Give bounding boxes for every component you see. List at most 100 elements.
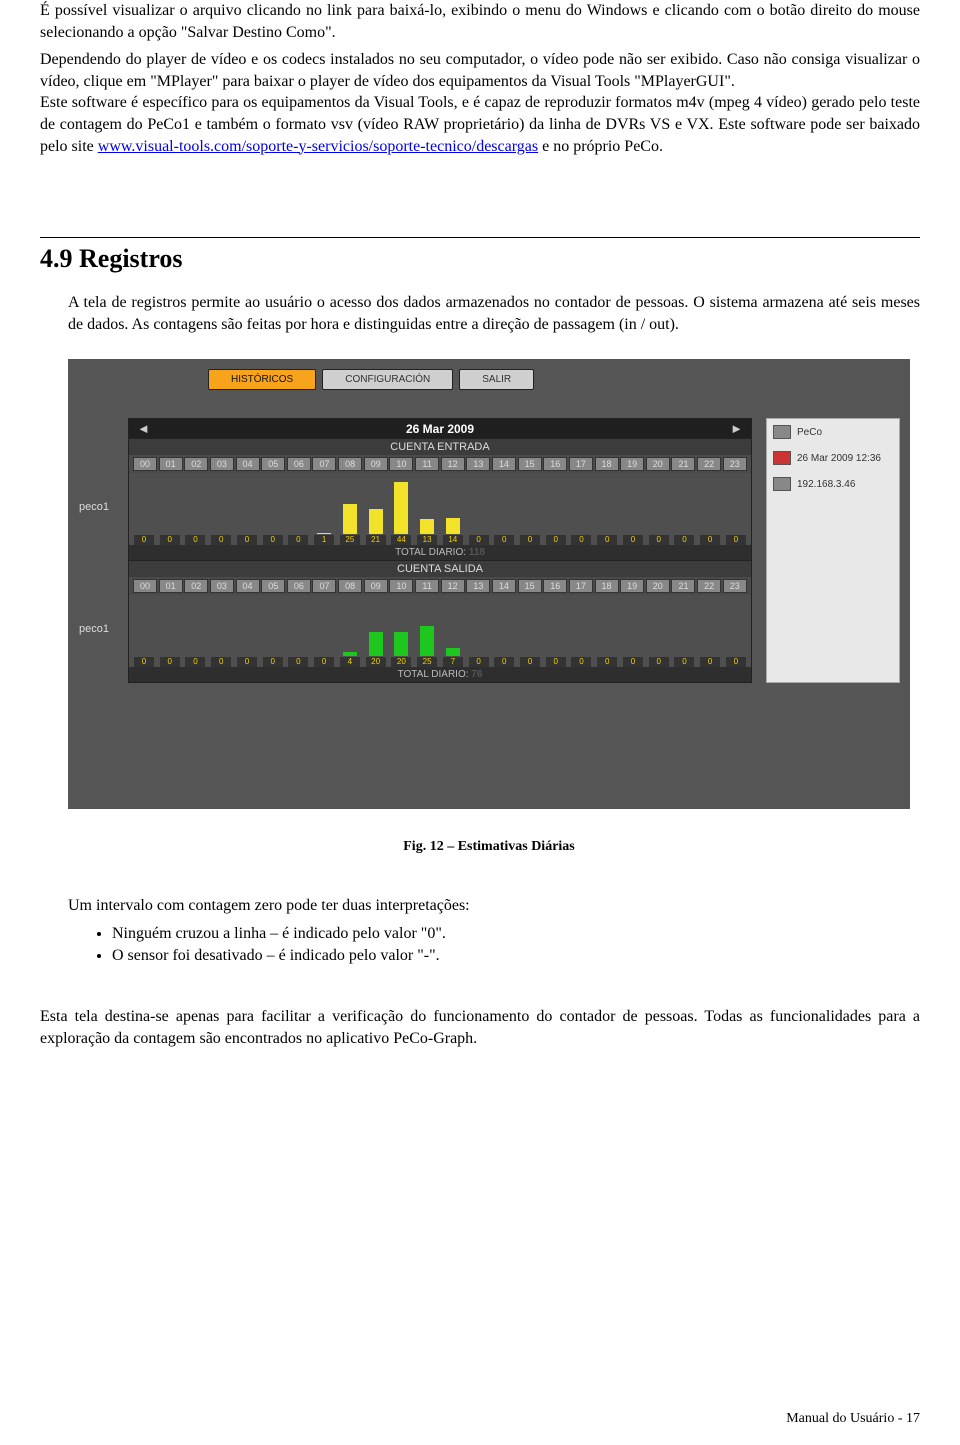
bar-slot: 0 [648, 473, 670, 545]
bar-value: 0 [726, 535, 746, 545]
hour-cell: 13 [466, 579, 490, 593]
salida-device-label: peco1 [79, 623, 109, 635]
bar-slot: 0 [673, 595, 695, 667]
bar-slot: 0 [262, 473, 284, 545]
hour-cell: 21 [671, 579, 695, 593]
bar-value: 25 [417, 657, 437, 667]
bar-slot: 0 [545, 595, 567, 667]
bar-value: 0 [674, 535, 694, 545]
bar-value: 4 [340, 657, 360, 667]
bar-value: 1 [314, 535, 334, 545]
bar-slot: 25 [416, 595, 438, 667]
hour-cell: 01 [159, 579, 183, 593]
bar [369, 632, 383, 656]
hour-cell: 16 [543, 579, 567, 593]
bar-value: 0 [469, 657, 489, 667]
figure-caption: Fig. 12 – Estimativas Diárias [68, 839, 910, 855]
hour-cell: 22 [697, 579, 721, 593]
bar [394, 482, 408, 535]
bar-value: 21 [366, 535, 386, 545]
hour-cell: 08 [338, 457, 362, 471]
bar-slot: 0 [570, 473, 592, 545]
bar [420, 519, 434, 535]
tab-historicos[interactable]: HISTÓRICOS [208, 369, 316, 390]
panel-device-row: PeCo [773, 425, 893, 439]
section-heading: 4.9 Registros [40, 244, 920, 274]
hour-cell: 04 [236, 579, 260, 593]
bar [317, 533, 331, 534]
bar [343, 652, 357, 657]
bar-slot: 0 [622, 595, 644, 667]
salida-title: CUENTA SALIDA [129, 560, 751, 577]
hour-cell: 17 [569, 457, 593, 471]
hour-cell: 19 [620, 579, 644, 593]
bar-slot: 0 [519, 595, 541, 667]
screenshot-figure: HISTÓRICOS CONFIGURACIÓN SALIR ◄ 26 Mar … [68, 359, 910, 855]
bar-slot: 0 [159, 473, 181, 545]
entrada-total-row: TOTAL DIARIO: 118 [129, 545, 751, 560]
bar-value: 0 [263, 657, 283, 667]
bar-slot: 4 [339, 595, 361, 667]
current-date: 26 Mar 2009 [406, 422, 474, 436]
bar-value: 0 [623, 657, 643, 667]
hour-cell: 10 [389, 457, 413, 471]
salida-hours-row: 0001020304050607080910111213141516171819… [129, 577, 751, 595]
bar-value: 0 [469, 535, 489, 545]
hour-cell: 05 [261, 457, 285, 471]
hour-cell: 15 [518, 579, 542, 593]
hour-cell: 08 [338, 579, 362, 593]
hour-cell: 04 [236, 457, 260, 471]
bar-slot: 0 [210, 595, 232, 667]
bar-value: 20 [391, 657, 411, 667]
hour-cell: 09 [364, 457, 388, 471]
bar-slot: 0 [622, 473, 644, 545]
hour-cell: 12 [441, 579, 465, 593]
hour-cell: 20 [646, 579, 670, 593]
hour-cell: 13 [466, 457, 490, 471]
bar-slot: 0 [236, 473, 258, 545]
paragraph-2a: Dependendo do player de vídeo e os codec… [40, 51, 920, 90]
bar-value: 0 [288, 657, 308, 667]
tab-configuracion[interactable]: CONFIGURACIÓN [322, 369, 453, 390]
bar-value: 0 [134, 535, 154, 545]
bar-slot: 0 [519, 473, 541, 545]
bar-value: 0 [623, 535, 643, 545]
hour-cell: 02 [184, 457, 208, 471]
tab-salir[interactable]: SALIR [459, 369, 534, 390]
hour-cell: 07 [312, 579, 336, 593]
download-link[interactable]: www.visual-tools.com/soporte-y-servicios… [98, 138, 538, 155]
bar-value: 0 [700, 657, 720, 667]
bar-value: 0 [597, 657, 617, 667]
bar-slot: 0 [287, 473, 309, 545]
hour-cell: 21 [671, 457, 695, 471]
hour-cell: 02 [184, 579, 208, 593]
prev-day-button[interactable]: ◄ [137, 421, 150, 436]
bar-value: 0 [649, 535, 669, 545]
bullet-list: Ninguém cruzou a linha – é indicado pelo… [112, 923, 920, 966]
hour-cell: 18 [595, 457, 619, 471]
bar-slot: 0 [596, 595, 618, 667]
paragraph-2: Dependendo do player de vídeo e os codec… [40, 49, 920, 157]
bar-value: 0 [134, 657, 154, 667]
hour-cell: 18 [595, 579, 619, 593]
hour-cell: 03 [210, 457, 234, 471]
bar [394, 632, 408, 656]
hour-cell: 09 [364, 579, 388, 593]
bar-slot: 0 [313, 595, 335, 667]
entrada-total-value: 118 [469, 547, 485, 558]
bar-slot: 0 [210, 473, 232, 545]
bar-slot: 0 [648, 595, 670, 667]
bar-slot: 0 [287, 595, 309, 667]
bar-value: 0 [185, 657, 205, 667]
bar-value: 0 [314, 657, 334, 667]
network-icon [773, 477, 791, 491]
bar-value: 0 [237, 535, 257, 545]
next-day-button[interactable]: ► [730, 421, 743, 436]
hour-cell: 15 [518, 457, 542, 471]
bar-slot: 0 [493, 595, 515, 667]
bar-value: 0 [520, 535, 540, 545]
page-footer: Manual do Usuário - 17 [786, 1411, 920, 1427]
bar-slot: 0 [236, 595, 258, 667]
bar-value: 0 [494, 535, 514, 545]
section-divider [40, 237, 920, 238]
